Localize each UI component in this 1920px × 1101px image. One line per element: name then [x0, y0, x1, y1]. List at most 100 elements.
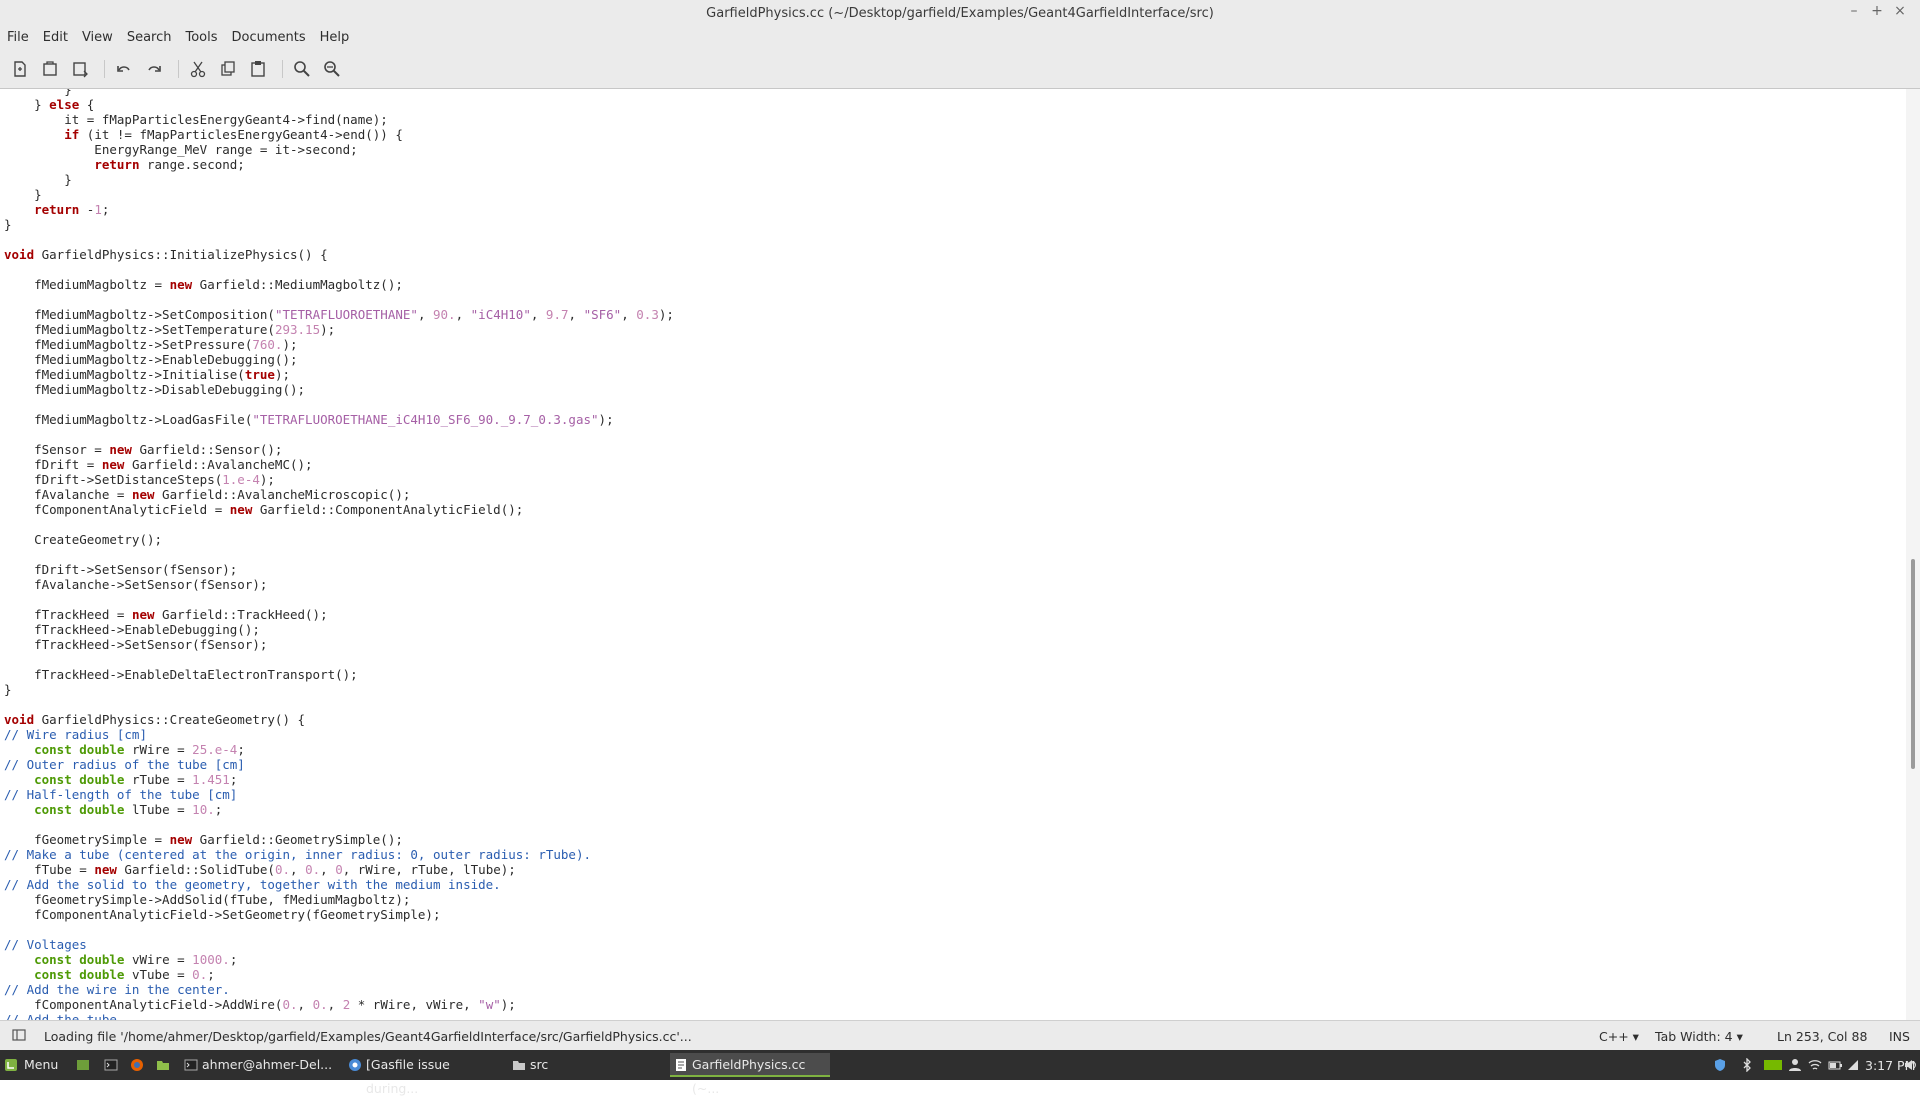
code-line[interactable]: void GarfieldPhysics::InitializePhysics(…	[4, 247, 1906, 262]
code-line[interactable]: const double rTube = 1.451;	[4, 772, 1906, 787]
code-line[interactable]: fAvalanche = new Garfield::AvalancheMicr…	[4, 487, 1906, 502]
wifi-icon[interactable]	[1808, 1058, 1822, 1072]
code-line[interactable]: if (it != fMapParticlesEnergyGeant4->end…	[4, 127, 1906, 142]
code-line[interactable]: fTube = new Garfield::SolidTube(0., 0., …	[4, 862, 1906, 877]
code-line[interactable]: fDrift->SetDistanceSteps(1.e-4);	[4, 472, 1906, 487]
code-line[interactable]	[4, 427, 1906, 442]
code-line[interactable]: EnergyRange_MeV range = it->second;	[4, 142, 1906, 157]
code-line[interactable]	[4, 922, 1906, 937]
menu-tools[interactable]: Tools	[178, 28, 224, 45]
code-line[interactable]: // Make a tube (centered at the origin, …	[4, 847, 1906, 862]
code-line[interactable]: }	[4, 217, 1906, 232]
code-line[interactable]: const double vWire = 1000.;	[4, 952, 1906, 967]
terminal-launcher[interactable]	[100, 1053, 122, 1077]
save-icon[interactable]	[69, 58, 91, 80]
code-line[interactable]: const double rWire = 25.e-4;	[4, 742, 1906, 757]
code-text[interactable]: } } else { it = fMapParticlesEnergyGeant…	[0, 89, 1906, 1020]
tab-width-selector[interactable]: Tab Width: 4 ▾	[1655, 1029, 1743, 1044]
code-line[interactable]: fMediumMagboltz->SetComposition("TETRAFL…	[4, 307, 1906, 322]
code-line[interactable]: fMediumMagboltz->SetTemperature(293.15);	[4, 322, 1906, 337]
minimize-icon[interactable]: –	[1845, 3, 1863, 19]
language-selector[interactable]: C++ ▾	[1599, 1029, 1639, 1044]
code-line[interactable]: fMediumMagboltz->DisableDebugging();	[4, 382, 1906, 397]
menu-view[interactable]: View	[75, 28, 120, 45]
task-files[interactable]: src	[508, 1053, 668, 1077]
code-line[interactable]: const double vTube = 0.;	[4, 967, 1906, 982]
code-line[interactable]	[4, 592, 1906, 607]
task-terminal[interactable]: ahmer@ahmer-Del...	[180, 1053, 340, 1077]
code-line[interactable]: fMediumMagboltz->EnableDebugging();	[4, 352, 1906, 367]
code-line[interactable]	[4, 547, 1906, 562]
code-line[interactable]: fTrackHeed->EnableDeltaElectronTransport…	[4, 667, 1906, 682]
menu-help[interactable]: Help	[313, 28, 357, 45]
user-icon[interactable]	[1788, 1058, 1802, 1072]
maximize-icon[interactable]: +	[1868, 3, 1886, 19]
find-replace-icon[interactable]	[321, 58, 343, 80]
code-line[interactable]: it = fMapParticlesEnergyGeant4->find(nam…	[4, 112, 1906, 127]
code-line[interactable]	[4, 817, 1906, 832]
show-desktop-launcher[interactable]	[72, 1053, 94, 1077]
copy-icon[interactable]	[217, 58, 239, 80]
code-line[interactable]	[4, 232, 1906, 247]
menu-button[interactable]: Menu	[0, 1053, 64, 1077]
code-line[interactable]: // Add the solid to the geometry, togeth…	[4, 877, 1906, 892]
battery-icon[interactable]	[1828, 1058, 1842, 1072]
firefox-launcher[interactable]	[126, 1053, 148, 1077]
code-line[interactable]: fMediumMagboltz->Initialise(true);	[4, 367, 1906, 382]
scrollbar-thumb[interactable]	[1911, 559, 1915, 769]
code-line[interactable]	[4, 697, 1906, 712]
code-line[interactable]: }	[4, 89, 1906, 97]
open-icon[interactable]	[39, 58, 61, 80]
code-line[interactable]: fSensor = new Garfield::Sensor();	[4, 442, 1906, 457]
code-line[interactable]: fComponentAnalyticField = new Garfield::…	[4, 502, 1906, 517]
new-document-icon[interactable]	[9, 58, 31, 80]
undo-icon[interactable]	[113, 58, 135, 80]
bluetooth-icon[interactable]	[1740, 1058, 1754, 1072]
files-launcher[interactable]	[152, 1053, 174, 1077]
code-line[interactable]: }	[4, 682, 1906, 697]
code-line[interactable]: // Add the wire in the center.	[4, 982, 1906, 997]
code-line[interactable]: return range.second;	[4, 157, 1906, 172]
menu-edit[interactable]: Edit	[36, 28, 75, 45]
code-editor[interactable]: } } else { it = fMapParticlesEnergyGeant…	[0, 89, 1906, 1020]
menu-search[interactable]: Search	[120, 28, 179, 45]
network-icon[interactable]	[1846, 1058, 1860, 1072]
side-panel-toggle-icon[interactable]	[12, 1028, 26, 1042]
redo-icon[interactable]	[143, 58, 165, 80]
code-line[interactable]: fTrackHeed->SetSensor(fSensor);	[4, 637, 1906, 652]
code-line[interactable]: fGeometrySimple->AddSolid(fTube, fMedium…	[4, 892, 1906, 907]
code-line[interactable]: fMediumMagboltz->LoadGasFile("TETRAFLUOR…	[4, 412, 1906, 427]
task-editor[interactable]: GarfieldPhysics.cc (~...	[670, 1053, 830, 1096]
code-line[interactable]: fTrackHeed->EnableDebugging();	[4, 622, 1906, 637]
code-line[interactable]: const double lTube = 10.;	[4, 802, 1906, 817]
code-line[interactable]: // Voltages	[4, 937, 1906, 952]
code-line[interactable]: fDrift = new Garfield::AvalancheMC();	[4, 457, 1906, 472]
code-line[interactable]: } else {	[4, 97, 1906, 112]
code-line[interactable]: // Outer radius of the tube [cm]	[4, 757, 1906, 772]
code-line[interactable]: fDrift->SetSensor(fSensor);	[4, 562, 1906, 577]
code-line[interactable]: }	[4, 187, 1906, 202]
code-line[interactable]: fComponentAnalyticField->AddWire(0., 0.,…	[4, 997, 1906, 1012]
menu-file[interactable]: File	[0, 28, 36, 45]
code-line[interactable]: fGeometrySimple = new Garfield::Geometry…	[4, 832, 1906, 847]
code-line[interactable]	[4, 517, 1906, 532]
code-line[interactable]: // Wire radius [cm]	[4, 727, 1906, 742]
code-line[interactable]	[4, 397, 1906, 412]
task-browser[interactable]: [Gasfile issue during...	[344, 1053, 504, 1096]
code-line[interactable]: fMediumMagboltz->SetPressure(760.);	[4, 337, 1906, 352]
code-line[interactable]: // Half-length of the tube [cm]	[4, 787, 1906, 802]
close-icon[interactable]: ×	[1891, 3, 1909, 19]
nvidia-icon[interactable]	[1764, 1058, 1782, 1072]
code-line[interactable]: fAvalanche->SetSensor(fSensor);	[4, 577, 1906, 592]
code-line[interactable]: }	[4, 172, 1906, 187]
cut-icon[interactable]	[187, 58, 209, 80]
code-line[interactable]	[4, 262, 1906, 277]
code-line[interactable]: void GarfieldPhysics::CreateGeometry() {	[4, 712, 1906, 727]
code-line[interactable]: return -1;	[4, 202, 1906, 217]
code-line[interactable]: fTrackHeed = new Garfield::TrackHeed();	[4, 607, 1906, 622]
code-line[interactable]: fMediumMagboltz = new Garfield::MediumMa…	[4, 277, 1906, 292]
shield-icon[interactable]	[1713, 1058, 1727, 1072]
code-line[interactable]	[4, 652, 1906, 667]
code-line[interactable]: fComponentAnalyticField->SetGeometry(fGe…	[4, 907, 1906, 922]
code-line[interactable]: CreateGeometry();	[4, 532, 1906, 547]
